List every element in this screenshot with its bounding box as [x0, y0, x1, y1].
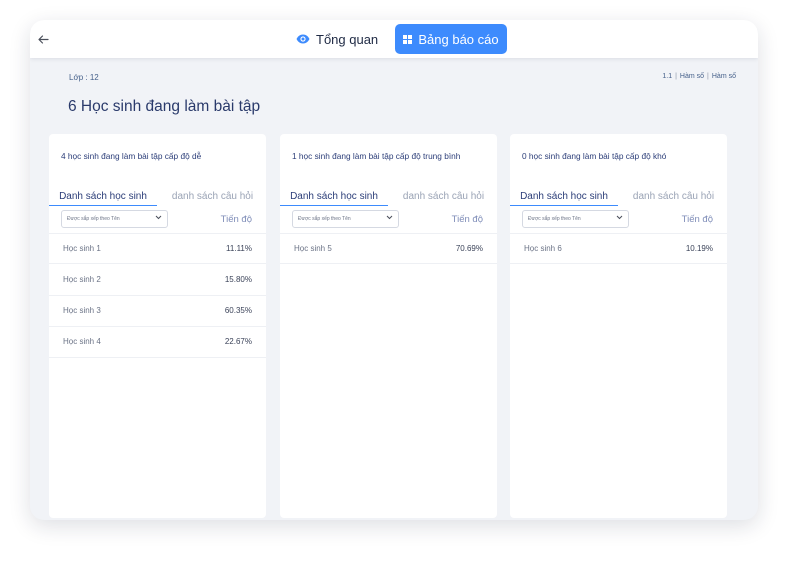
arrow-left-icon — [37, 32, 49, 47]
progress-header: Tiến độ — [451, 214, 483, 225]
panel-easy: 4 học sinh đang làm bài tập cấp độ dễ Da… — [49, 134, 266, 518]
student-progress: 70.69% — [455, 244, 483, 253]
student-progress: 60.35% — [224, 306, 252, 315]
breadcrumb-item[interactable]: 1.1 — [662, 73, 672, 80]
table-row[interactable]: Học sinh 3 60.35% — [49, 296, 266, 327]
student-name: Học sinh 5 — [294, 244, 332, 253]
class-label: Lớp : 12 — [69, 73, 99, 82]
sort-select-value: Được sắp xếp theo Tên — [528, 216, 581, 222]
tab-overview[interactable]: Tổng quan — [290, 24, 394, 54]
panel-title: 1 học sinh đang làm bài tập cấp độ trung… — [292, 151, 461, 161]
app-window: Tổng quan Bảng báo cáo Lớp : 12 1.1 | Hàm … — [30, 20, 758, 520]
table-row[interactable]: Học sinh 5 70.69% — [280, 233, 497, 264]
tab-question-list[interactable]: danh sách câu hỏi — [390, 191, 497, 205]
table-row[interactable]: Học sinh 6 10.19% — [510, 233, 727, 264]
sort-select-value: Được sắp xếp theo Tên — [298, 216, 351, 222]
student-name: Học sinh 2 — [63, 275, 101, 284]
tab-report[interactable]: Bảng báo cáo — [395, 24, 507, 54]
progress-header: Tiến độ — [220, 214, 252, 225]
tab-student-list[interactable]: Danh sách học sinh — [49, 191, 157, 206]
tab-report-label: Bảng báo cáo — [418, 31, 499, 47]
back-button[interactable] — [34, 30, 52, 48]
tab-question-list[interactable]: danh sách câu hỏi — [620, 191, 727, 205]
student-progress: 22.67% — [224, 337, 252, 346]
chevron-down-icon — [386, 215, 393, 222]
progress-header: Tiến độ — [681, 214, 713, 225]
panel-tabs: Danh sách học sinh danh sách câu hỏi — [49, 191, 266, 207]
panel-tabs: Danh sách học sinh danh sách câu hỏi — [510, 191, 727, 207]
eye-icon — [296, 34, 310, 44]
student-progress: 11.11% — [226, 244, 252, 253]
student-name: Học sinh 4 — [63, 337, 101, 346]
panel-title: 4 học sinh đang làm bài tập cấp độ dễ — [61, 151, 202, 161]
student-name: Học sinh 3 — [63, 306, 101, 315]
sort-select[interactable]: Được sắp xếp theo Tên — [292, 210, 399, 228]
breadcrumb-item[interactable]: Hàm số — [712, 73, 736, 80]
breadcrumb-item[interactable]: Hàm số — [680, 73, 704, 80]
student-progress: 15.80% — [224, 275, 252, 284]
tab-overview-label: Tổng quan — [316, 31, 379, 47]
panel-tabs: Danh sách học sinh danh sách câu hỏi — [280, 191, 497, 207]
table-row[interactable]: Học sinh 2 15.80% — [49, 265, 266, 296]
sort-select[interactable]: Được sắp xếp theo Tên — [61, 210, 168, 228]
page-title: 6 Học sinh đang làm bài tập — [68, 98, 261, 115]
tab-question-list[interactable]: danh sách câu hỏi — [159, 191, 266, 205]
sort-select[interactable]: Được sắp xếp theo Tên — [522, 210, 629, 228]
chevron-down-icon — [155, 215, 162, 222]
table-row[interactable]: Học sinh 4 22.67% — [49, 327, 266, 358]
student-progress: 10.19% — [685, 244, 713, 253]
grid-icon — [403, 34, 413, 44]
chevron-down-icon — [616, 215, 623, 222]
tab-student-list[interactable]: Danh sách học sinh — [280, 191, 388, 206]
table-row[interactable]: Học sinh 1 11.11% — [49, 233, 266, 264]
top-bar: Tổng quan Bảng báo cáo — [30, 20, 758, 58]
student-name: Học sinh 1 — [63, 244, 101, 253]
panel-title: 0 học sinh đang làm bài tập cấp độ khó — [522, 151, 667, 161]
tab-student-list[interactable]: Danh sách học sinh — [510, 191, 618, 206]
panel-medium: 1 học sinh đang làm bài tập cấp độ trung… — [280, 134, 497, 518]
student-name: Học sinh 6 — [524, 244, 562, 253]
panel-hard: 0 học sinh đang làm bài tập cấp độ khó D… — [510, 134, 727, 518]
sort-select-value: Được sắp xếp theo Tên — [67, 216, 120, 222]
breadcrumb: 1.1 | Hàm số | Hàm số — [662, 73, 736, 80]
